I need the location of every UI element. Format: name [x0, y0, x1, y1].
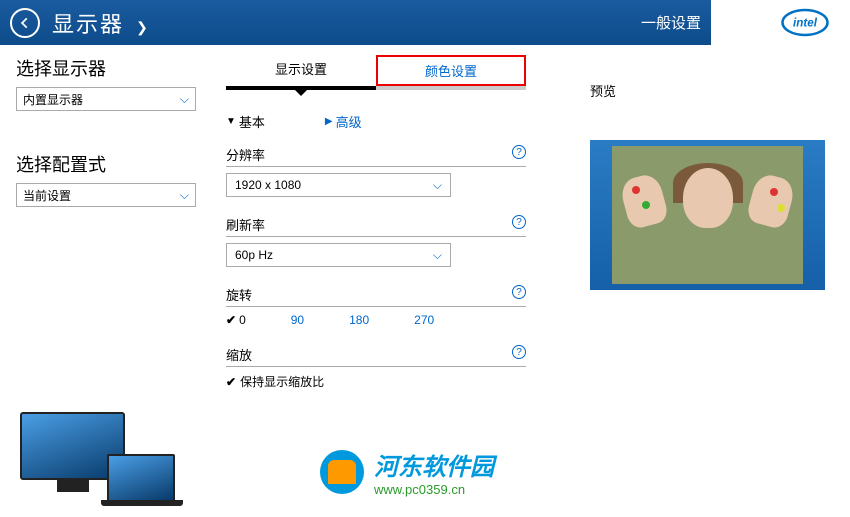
tab-display-settings[interactable]: 显示设置 [226, 55, 376, 86]
preview-box [590, 140, 825, 290]
triangle-down-icon: ▼ [226, 116, 236, 127]
triangle-right-icon: ▶ [325, 116, 333, 127]
rotation-90[interactable]: 90 [291, 313, 304, 327]
chevron-down-icon: ⌵ [433, 178, 442, 193]
main-panel: 显示设置 颜色设置 ▼基本 ▶高级 分辨率 ? 1920 x 1080 ⌵ 刷新… [206, 55, 590, 408]
header-title[interactable]: 显示器 ❯ [52, 7, 150, 39]
watermark-icon [320, 450, 364, 494]
rotation-180[interactable]: 180 [349, 313, 369, 327]
header-title-text: 显示器 [52, 12, 124, 37]
resolution-label: 分辨率 [226, 145, 265, 164]
keep-ratio-label: 保持显示缩放比 [240, 373, 324, 390]
refresh-value: 60p Hz [235, 248, 433, 262]
select-config-value: 当前设置 [23, 187, 180, 204]
resolution-select[interactable]: 1920 x 1080 ⌵ [226, 173, 451, 197]
select-config-label: 选择配置式 [16, 151, 206, 177]
select-display-dropdown[interactable]: 内置显示器 ⌵ [16, 87, 196, 111]
check-icon: ✔ [226, 313, 236, 327]
help-icon[interactable]: ? [512, 345, 526, 359]
chevron-down-icon: ⌵ [180, 188, 189, 203]
sidebar: 选择显示器 内置显示器 ⌵ 选择配置式 当前设置 ⌵ [16, 55, 206, 408]
svg-text:intel: intel [793, 17, 818, 30]
rotation-label: 旋转 [226, 285, 252, 304]
check-icon: ✔ [226, 375, 236, 389]
watermark-url: www.pc0359.cn [374, 482, 494, 497]
preview-label: 预览 [590, 81, 820, 100]
refresh-select[interactable]: 60p Hz ⌵ [226, 243, 451, 267]
field-scaling: 缩放 ? ✔ 保持显示缩放比 [226, 345, 526, 390]
resolution-value: 1920 x 1080 [235, 178, 433, 192]
tab-color-settings[interactable]: 颜色设置 [376, 55, 526, 86]
chevron-down-icon: ⌵ [433, 248, 442, 263]
watermark-title: 河东软件园 [374, 447, 494, 482]
rotation-270[interactable]: 270 [414, 313, 434, 327]
refresh-label: 刷新率 [226, 215, 265, 234]
field-resolution: 分辨率 ? 1920 x 1080 ⌵ [226, 145, 526, 197]
field-rotation: 旋转 ? ✔0 90 180 270 [226, 285, 526, 327]
preview-image [612, 146, 803, 284]
mode-basic[interactable]: ▼基本 [226, 112, 265, 131]
chevron-down-icon: ⌵ [180, 92, 189, 107]
intel-logo: intel [780, 5, 830, 40]
mode-advanced[interactable]: ▶高级 [325, 112, 362, 131]
select-display-value: 内置显示器 [23, 91, 180, 108]
decorative-monitors [20, 412, 175, 502]
help-icon[interactable]: ? [512, 285, 526, 299]
chevron-down-icon: ❯ [136, 19, 150, 35]
field-refresh: 刷新率 ? 60p Hz ⌵ [226, 215, 526, 267]
scaling-label: 缩放 [226, 345, 252, 364]
select-display-label: 选择显示器 [16, 55, 206, 81]
header-bar: 显示器 ❯ 一般设置 [0, 0, 711, 45]
help-icon[interactable]: ? [512, 145, 526, 159]
back-button[interactable] [10, 8, 40, 38]
preview-column: 预览 [590, 55, 850, 408]
help-icon[interactable]: ? [512, 215, 526, 229]
select-config-dropdown[interactable]: 当前设置 ⌵ [16, 183, 196, 207]
watermark: 河东软件园 www.pc0359.cn [320, 447, 494, 497]
tab-underline-active [226, 86, 376, 90]
general-settings-link[interactable]: 一般设置 [641, 12, 701, 33]
keep-ratio-checkbox[interactable]: ✔ 保持显示缩放比 [226, 373, 526, 390]
rotation-0[interactable]: ✔0 [226, 313, 246, 327]
tab-underline-inactive [376, 86, 526, 90]
